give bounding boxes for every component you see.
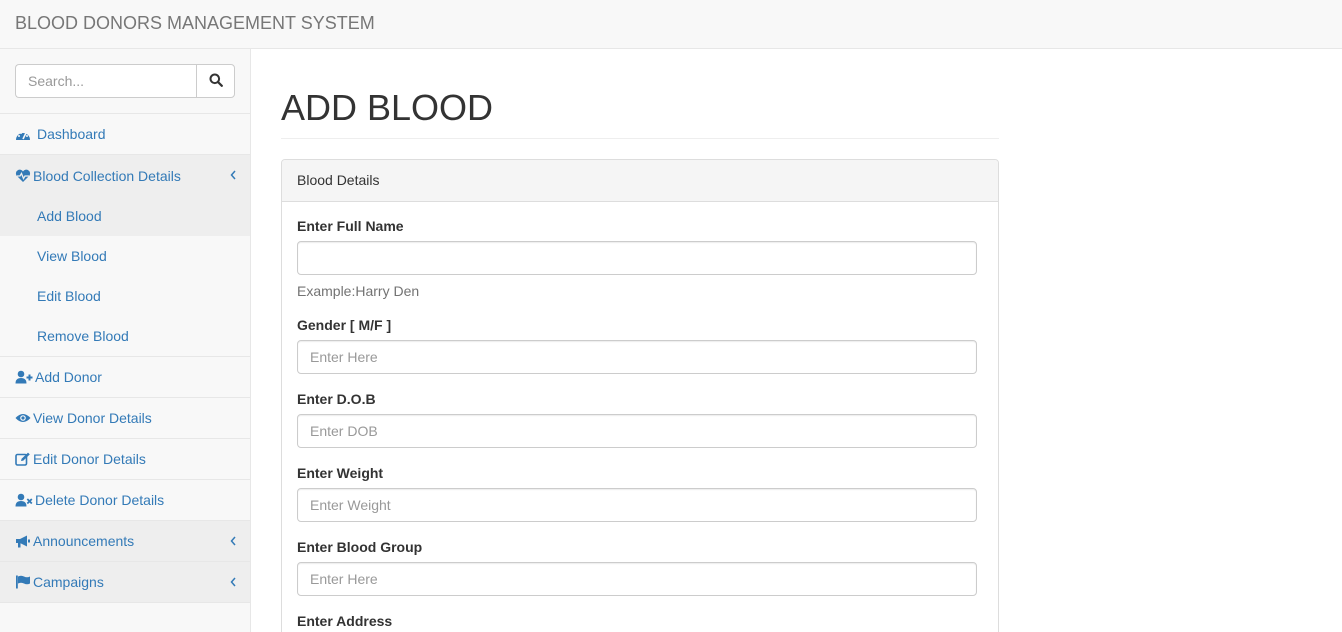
sidebar-subitem-edit-blood[interactable]: Edit Blood bbox=[0, 276, 250, 316]
sidebar-item-label: Campaigns bbox=[33, 574, 104, 590]
app-brand[interactable]: BLOOD DONORS MANAGEMENT SYSTEM bbox=[15, 13, 375, 33]
sidebar-subitem-add-blood[interactable]: Add Blood bbox=[0, 196, 250, 236]
sidebar-item-campaigns[interactable]: Campaigns bbox=[0, 562, 250, 603]
flag-icon bbox=[15, 575, 33, 589]
gender-input[interactable] bbox=[297, 340, 977, 374]
panel-heading: Blood Details bbox=[282, 160, 998, 202]
edit-icon bbox=[15, 452, 33, 466]
sidebar-item-label: Announcements bbox=[33, 533, 135, 549]
sidebar-item-label: Blood Collection Details bbox=[33, 167, 181, 184]
full-name-group: Enter Full Name Example:Harry Den bbox=[297, 216, 977, 301]
sidebar-item-edit-donor-details[interactable]: Edit Donor Details bbox=[0, 439, 250, 480]
sidebar-item-view-donor-details[interactable]: View Donor Details bbox=[0, 398, 250, 439]
weight-label: Enter Weight bbox=[297, 465, 384, 481]
eye-icon bbox=[15, 411, 33, 425]
full-name-label: Enter Full Name bbox=[297, 218, 404, 234]
sidebar-item-delete-donor-details[interactable]: Delete Donor Details bbox=[0, 480, 250, 521]
sidebar-item-add-donor[interactable]: Add Donor bbox=[0, 357, 250, 398]
blood-group-input[interactable] bbox=[297, 562, 977, 596]
chevron-left-icon bbox=[230, 574, 236, 590]
sidebar-search bbox=[0, 49, 250, 114]
sidebar-subitem-remove-blood[interactable]: Remove Blood bbox=[0, 316, 250, 356]
sidebar-item-label: Edit Donor Details bbox=[33, 451, 146, 467]
gender-label: Gender [ M/F ] bbox=[297, 317, 392, 333]
weight-input[interactable] bbox=[297, 488, 977, 522]
sidebar-item-label: Delete Donor Details bbox=[35, 492, 165, 508]
user-times-icon bbox=[15, 493, 33, 507]
sidebar: Dashboard Blood Collection Details Add B… bbox=[0, 49, 251, 632]
chevron-left-icon bbox=[230, 167, 236, 183]
dob-input[interactable] bbox=[297, 414, 977, 448]
blood-group-label: Enter Blood Group bbox=[297, 539, 423, 555]
sidebar-item-label: Add Donor bbox=[35, 369, 102, 385]
full-name-input[interactable] bbox=[297, 241, 977, 275]
address-group: Enter Address bbox=[297, 611, 977, 631]
chevron-left-icon bbox=[230, 533, 236, 549]
weight-group: Enter Weight bbox=[297, 463, 977, 522]
sidebar-item-label: View Donor Details bbox=[33, 410, 152, 426]
blood-details-panel: Blood Details Enter Full Name Example:Ha… bbox=[281, 159, 999, 632]
sidebar-subitem-view-blood[interactable]: View Blood bbox=[0, 236, 250, 276]
page-header: ADD BLOOD bbox=[281, 86, 999, 139]
search-icon bbox=[209, 73, 223, 90]
sidebar-item-label: Dashboard bbox=[37, 126, 106, 142]
heartbeat-icon bbox=[15, 169, 33, 183]
full-name-help-text: Example:Harry Den bbox=[297, 283, 420, 299]
blood-group-group: Enter Blood Group bbox=[297, 537, 977, 596]
top-navbar: BLOOD DONORS MANAGEMENT SYSTEM bbox=[0, 0, 1342, 49]
bullhorn-icon bbox=[15, 534, 33, 548]
dashboard-icon bbox=[15, 127, 33, 141]
dob-group: Enter D.O.B bbox=[297, 389, 977, 448]
dob-label: Enter D.O.B bbox=[297, 391, 376, 407]
gender-group: Gender [ M/F ] bbox=[297, 315, 977, 374]
user-plus-icon bbox=[15, 370, 33, 384]
blood-collection-submenu: Add Blood View Blood Edit Blood Remove B… bbox=[0, 196, 250, 357]
search-input[interactable] bbox=[15, 64, 197, 98]
address-label: Enter Address bbox=[297, 613, 393, 629]
sidebar-item-blood-collection[interactable]: Blood Collection Details bbox=[0, 155, 250, 196]
search-button[interactable] bbox=[196, 64, 235, 98]
sidebar-item-dashboard[interactable]: Dashboard bbox=[0, 114, 250, 155]
page-title: ADD BLOOD bbox=[281, 87, 494, 128]
sidebar-item-announcements[interactable]: Announcements bbox=[0, 521, 250, 562]
